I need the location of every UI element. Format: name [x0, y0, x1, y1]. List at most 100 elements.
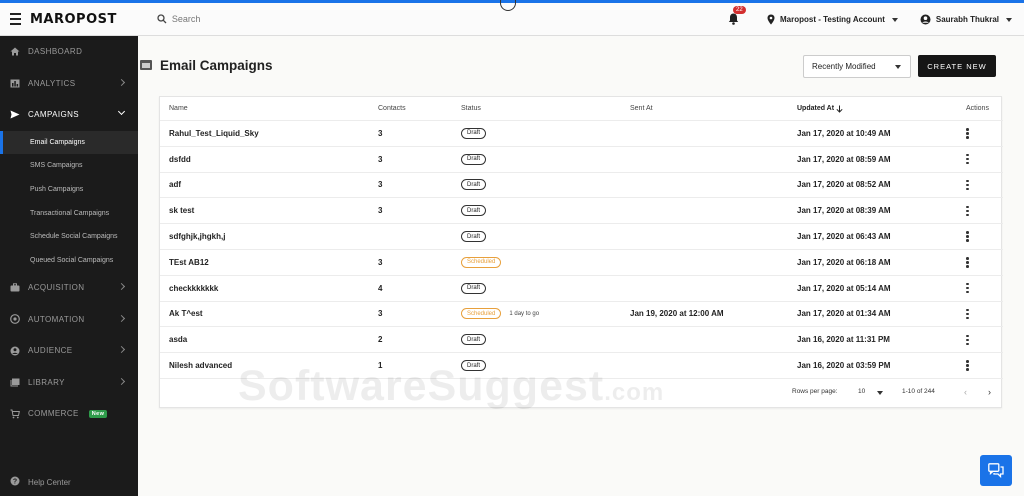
table-row[interactable]: adf 3 Draft Jan 17, 2020 at 08:52 AM — [160, 173, 1003, 199]
status-badge: Draft — [461, 153, 487, 165]
folder-icon — [140, 60, 152, 70]
rows-per-page-label: Rows per page: — [792, 388, 838, 395]
more-vertical-icon — [966, 257, 969, 268]
campaign-name[interactable]: sdfghjk,jhgkh,j — [169, 224, 225, 249]
status-badge: Draft — [461, 205, 487, 217]
search-box[interactable]: Search — [157, 14, 201, 24]
sidebar-subitem-push-campaigns[interactable]: Push Campaigns — [0, 178, 138, 202]
row-actions-button[interactable] — [966, 327, 969, 352]
sidebar-item-automation[interactable]: AUTOMATION — [0, 304, 138, 336]
send-icon — [10, 110, 20, 120]
row-actions-button[interactable] — [966, 173, 969, 198]
sidebar-subitem-sms-campaigns[interactable]: SMS Campaigns — [0, 154, 138, 178]
svg-text:?: ? — [13, 479, 17, 486]
chevron-down-icon[interactable] — [877, 391, 883, 395]
campaign-name[interactable]: adf — [169, 173, 181, 198]
campaign-name[interactable]: Nilesh advanced — [169, 353, 232, 378]
more-vertical-icon — [966, 205, 969, 217]
campaign-name[interactable]: sk test — [169, 198, 194, 223]
campaign-name[interactable]: TEst AB12 — [169, 250, 209, 275]
status-cell: Draft — [461, 276, 487, 301]
sidebar-item-commerce[interactable]: COMMERCE New — [0, 398, 138, 430]
status-badge: Scheduled — [461, 256, 502, 268]
schedule-note: 1 day to go — [509, 310, 540, 317]
sidebar-subitem-transactional-campaigns[interactable]: Transactional Campaigns — [0, 201, 138, 225]
rows-per-page-select[interactable]: 10 — [858, 388, 865, 395]
more-vertical-icon — [966, 360, 969, 371]
sort-select[interactable]: Recently Modified — [803, 55, 911, 78]
sidebar-item-audience[interactable]: AUDIENCE — [0, 335, 138, 367]
table-row[interactable]: asda 2 Draft Jan 16, 2020 at 11:31 PM — [160, 327, 1003, 354]
create-new-button[interactable]: CREATE NEW — [918, 55, 996, 77]
account-switcher[interactable]: Maropost - Testing Account — [767, 14, 898, 25]
table-row[interactable]: sk test 3 Draft Jan 17, 2020 at 08:39 AM — [160, 198, 1003, 225]
status-cell: Draft — [461, 121, 487, 146]
search-input[interactable]: Search — [172, 14, 201, 24]
updated-at: Jan 17, 2020 at 08:39 AM — [797, 206, 891, 216]
next-page-button[interactable]: › — [988, 387, 991, 397]
gear-icon — [10, 314, 20, 325]
sidebar-item-campaigns[interactable]: CAMPAIGNS — [0, 99, 138, 131]
status-cell: Draft — [461, 224, 487, 249]
user-name: Saurabh Thukral — [935, 15, 999, 24]
campaign-name[interactable]: Rahul_Test_Liquid_Sky — [169, 121, 259, 146]
help-center-link[interactable]: ? Help Center — [10, 476, 71, 488]
table-row[interactable]: Ak T^est 3 Scheduled 1 day to go Jan 19, 202… — [160, 302, 1003, 328]
sidebar-subitem-email-campaigns[interactable]: Email Campaigns — [0, 130, 138, 155]
chevron-right-icon — [117, 377, 126, 385]
row-actions-button[interactable] — [966, 250, 969, 275]
campaign-name[interactable]: dsfdd — [169, 147, 191, 172]
sidebar-subitem-queued-social-campaigns[interactable]: Queued Social Campaigns — [0, 248, 138, 272]
more-vertical-icon — [966, 308, 969, 320]
sidebar-subitem-schedule-social-campaigns[interactable]: Schedule Social Campaigns — [0, 225, 138, 249]
table-row[interactable]: checkkkkkkk 4 Draft Jan 17, 2020 at 05:14 A… — [160, 276, 1003, 302]
chevron-down-icon — [895, 65, 901, 69]
arrow-down-icon — [836, 105, 843, 113]
top-bar: MAROPOST Search 22 Maropost - Testing Ac… — [0, 0, 1024, 36]
hamburger-menu-icon[interactable] — [0, 13, 28, 25]
updated-at: Jan 16, 2020 at 11:31 PM — [797, 335, 890, 345]
table-row[interactable]: TEst AB12 3 Scheduled Jan 17, 2020 at 06:18… — [160, 250, 1003, 276]
updated-at: Jan 17, 2020 at 08:52 AM — [797, 180, 891, 190]
row-actions-button[interactable] — [966, 276, 969, 301]
updated-at: Jan 17, 2020 at 08:59 AM — [797, 154, 891, 164]
watermark-text: SoftwareSuggest — [238, 362, 605, 410]
row-actions-button[interactable] — [966, 302, 969, 327]
campaign-name[interactable]: asda — [169, 327, 187, 352]
column-header-status[interactable]: Status — [461, 97, 481, 120]
chat-button[interactable] — [980, 455, 1012, 486]
sidebar-item-library[interactable]: LIBRARY — [0, 367, 138, 399]
column-header-sent-at[interactable]: Sent At — [630, 97, 653, 120]
updated-at: Jan 17, 2020 at 05:14 AM — [797, 283, 891, 293]
sidebar-item-analytics[interactable]: ANALYTICS — [0, 68, 138, 100]
table-row[interactable]: sdfghjk,jhgkh,j Draft Jan 17, 2020 at 06:4… — [160, 224, 1003, 250]
status-badge: Draft — [461, 127, 487, 139]
page-range: 1-10 of 244 — [902, 388, 935, 395]
column-header-updated-at[interactable]: Updated At — [797, 97, 843, 120]
table-row[interactable]: dsfdd 3 Draft Jan 17, 2020 at 08:59 AM — [160, 147, 1003, 173]
campaign-name[interactable]: Ak T^est — [169, 302, 203, 327]
page-title: Email Campaigns — [160, 58, 273, 73]
brand-logo[interactable]: MAROPOST — [30, 12, 117, 27]
bell-icon — [728, 13, 739, 25]
row-actions-button[interactable] — [966, 147, 969, 172]
row-actions-button[interactable] — [966, 198, 969, 223]
sidebar-item-label: ACQUISITION — [28, 283, 85, 293]
column-header-name[interactable]: Name — [169, 97, 188, 120]
sidebar-item-acquisition[interactable]: ACQUISITION — [0, 272, 138, 304]
row-actions-button[interactable] — [966, 353, 969, 378]
column-header-contacts[interactable]: Contacts — [378, 97, 406, 120]
user-menu[interactable]: Saurabh Thukral — [920, 14, 1012, 25]
main-content: Email Campaigns Recently Modified CREATE… — [138, 36, 1024, 496]
campaign-name[interactable]: checkkkkkkk — [169, 276, 218, 301]
briefcase-icon — [10, 283, 20, 293]
table-row[interactable]: Rahul_Test_Liquid_Sky 3 Draft Jan 17, 2020 … — [160, 121, 1003, 147]
previous-page-button[interactable]: ‹ — [964, 387, 967, 397]
notifications-button[interactable]: 22 — [728, 5, 746, 27]
table-header-row: Name Contacts Status Sent At Updated At … — [160, 97, 1003, 121]
row-actions-button[interactable] — [966, 224, 969, 249]
sidebar-item-dashboard[interactable]: DASHBOARD — [0, 36, 138, 68]
status-badge: Draft — [461, 231, 487, 243]
more-vertical-icon — [966, 179, 969, 191]
row-actions-button[interactable] — [966, 121, 969, 146]
